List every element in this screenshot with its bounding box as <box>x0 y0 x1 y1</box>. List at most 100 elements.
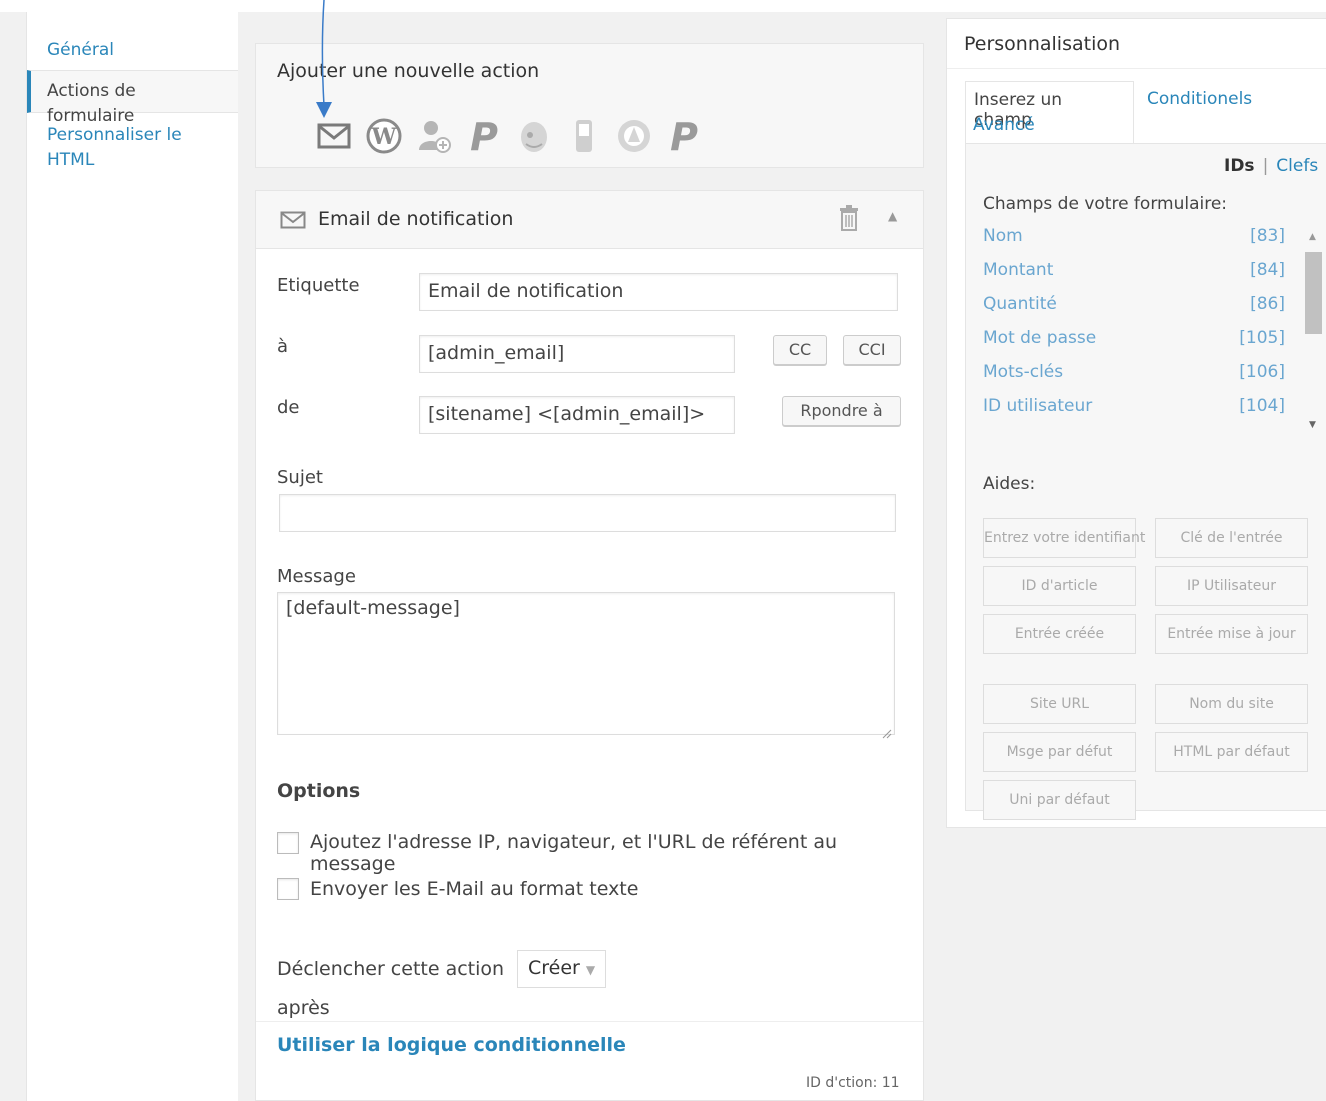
helper-button[interactable]: Uni par défaut <box>983 780 1136 820</box>
scroll-down-icon[interactable]: ▼ <box>1309 420 1316 430</box>
helper-button[interactable]: Nom du site <box>1155 684 1308 724</box>
scroll-up-icon[interactable]: ▲ <box>1309 232 1316 242</box>
nav-item-customize-html[interactable]: Personnaliser le HTML <box>27 123 207 173</box>
footer-divider <box>256 1021 923 1022</box>
aweber-icon[interactable] <box>616 116 652 156</box>
customization-panel: Personnalisation Inserez un champ Condit… <box>946 18 1326 828</box>
top-strip <box>0 0 1326 12</box>
trigger-label-line2: après <box>277 997 330 1019</box>
paypal-pro-icon[interactable]: P <box>666 116 702 156</box>
from-input[interactable]: [sitename] <[admin_email]> <box>419 396 735 434</box>
label-field-label: Etiquette <box>277 275 360 296</box>
field-name: ID utilisateur <box>983 396 1093 416</box>
helper-button[interactable]: Entrée créée <box>983 614 1136 654</box>
field-id: [86] <box>1250 294 1285 314</box>
form-field-list: Nom [83] Montant [84] Quantité [86] Mot de … <box>983 222 1326 436</box>
trigger-label-line1: Déclencher cette action <box>277 958 505 980</box>
cc-button[interactable]: CC <box>773 335 827 365</box>
scrollbar-thumb[interactable] <box>1305 252 1322 334</box>
reply-to-button[interactable]: Rpondre à <box>782 396 901 426</box>
tab-advanced[interactable]: Avancé <box>973 115 1035 135</box>
wordpress-icon[interactable]: W <box>366 116 402 156</box>
field-name: Quantité <box>983 294 1057 314</box>
helper-button[interactable]: Entrée mise à jour <box>1155 614 1308 654</box>
field-name: Mots-clés <box>983 362 1064 382</box>
trash-icon[interactable] <box>838 205 860 235</box>
insert-field-pane: IDs | Clefs Champs de votre formulaire: No… <box>965 143 1326 820</box>
helper-button[interactable]: Entrez votre identifiant <box>983 518 1145 558</box>
action-header[interactable]: Email de notification ▲ <box>256 191 923 249</box>
mailchimp-icon[interactable] <box>516 116 552 156</box>
field-id: [83] <box>1250 226 1285 246</box>
email-notification-action: Email de notification ▲ Etiquette Email … <box>255 190 924 1101</box>
tab-conditionals[interactable]: Conditionels <box>1147 89 1252 109</box>
nav-item-form-actions[interactable]: Actions de formulaire <box>27 70 239 126</box>
toggle-separator: | <box>1262 156 1269 176</box>
form-actions-panel: Ajouter une nouvelle action W P P Email … <box>238 12 942 1101</box>
list-item[interactable]: ID utilisateur [104] <box>983 396 1285 430</box>
field-list-scrollbar[interactable]: ▲ ▼ <box>1302 230 1326 436</box>
chevron-down-icon: ▼ <box>585 963 596 977</box>
action-icons: W P P <box>316 116 702 156</box>
trigger-select[interactable]: Créer ▼ <box>517 950 606 988</box>
message-field-label: Message <box>277 566 356 587</box>
label-input[interactable]: Email de notification <box>419 273 898 311</box>
user-add-icon[interactable] <box>416 116 452 156</box>
trigger-select-value: Créer <box>528 957 580 979</box>
list-item[interactable]: Montant [84] <box>983 260 1285 294</box>
subject-input[interactable] <box>279 494 896 532</box>
option-plain-text-checkbox[interactable] <box>277 878 299 900</box>
from-field-label: de <box>277 397 300 418</box>
email-icon[interactable] <box>316 116 352 156</box>
field-id: [84] <box>1250 260 1285 280</box>
sms-icon[interactable] <box>566 116 602 156</box>
list-item[interactable]: Mots-clés [106] <box>983 362 1285 396</box>
helper-button[interactable]: Site URL <box>983 684 1136 724</box>
svg-text:P: P <box>470 116 498 156</box>
field-name: Nom <box>983 226 1023 246</box>
option-ip-checkbox[interactable] <box>277 832 299 854</box>
option-plain-text-label: Envoyer les E-Mail au format texte <box>310 878 639 900</box>
add-action-box: Ajouter une nouvelle action W P P <box>255 43 924 168</box>
field-id: [105] <box>1239 328 1285 348</box>
options-title: Options <box>277 780 361 802</box>
svg-text:P: P <box>670 116 698 156</box>
add-action-title: Ajouter une nouvelle action <box>277 60 540 82</box>
field-name: Montant <box>983 260 1054 280</box>
to-field-label: à <box>277 336 289 357</box>
field-id: [106] <box>1239 362 1285 382</box>
nav-item-general[interactable]: Général <box>27 38 239 63</box>
list-item[interactable]: Nom [83] <box>983 226 1285 260</box>
collapse-icon[interactable]: ▲ <box>888 209 897 223</box>
form-fields-title: Champs de votre formulaire: <box>983 194 1228 214</box>
settings-nav: Général Actions de formulaire Personnali… <box>26 12 239 1101</box>
to-input[interactable]: [admin_email] <box>419 335 735 373</box>
action-id: ID d'ction: 11 <box>806 1075 900 1091</box>
action-title: Email de notification <box>318 208 514 230</box>
svg-text:W: W <box>371 124 397 150</box>
list-item[interactable]: Mot de passe [105] <box>983 328 1285 362</box>
message-text: [default-message] <box>286 597 460 619</box>
message-textarea[interactable]: [default-message] <box>277 592 895 739</box>
helper-button[interactable]: IP Utilisateur <box>1155 566 1308 606</box>
field-id: [104] <box>1239 396 1285 416</box>
id-key-toggle: IDs | Clefs <box>1224 156 1318 176</box>
resize-handle-icon[interactable] <box>882 722 892 739</box>
helper-button[interactable]: Msge par défut <box>983 732 1136 772</box>
paypal-icon[interactable]: P <box>466 116 502 156</box>
helper-button[interactable]: ID d'article <box>983 566 1136 606</box>
option-ip-label: Ajoutez l'adresse IP, navigateur, et l'U… <box>310 831 837 875</box>
envelope-icon <box>280 211 306 233</box>
ids-toggle[interactable]: IDs <box>1224 156 1255 176</box>
keys-toggle[interactable]: Clefs <box>1276 156 1318 176</box>
field-name: Mot de passe <box>983 328 1097 348</box>
subject-field-label: Sujet <box>277 467 323 488</box>
bcc-button[interactable]: CCI <box>843 335 901 365</box>
conditional-logic-link[interactable]: Utiliser la logique conditionnelle <box>277 1034 626 1056</box>
helpers-title: Aides: <box>983 474 1036 494</box>
customization-title: Personnalisation <box>964 33 1121 55</box>
panel-divider <box>947 68 1326 69</box>
helper-button[interactable]: HTML par défaut <box>1155 732 1308 772</box>
list-item[interactable]: Quantité [86] <box>983 294 1285 328</box>
helper-button[interactable]: Clé de l'entrée <box>1155 518 1308 558</box>
